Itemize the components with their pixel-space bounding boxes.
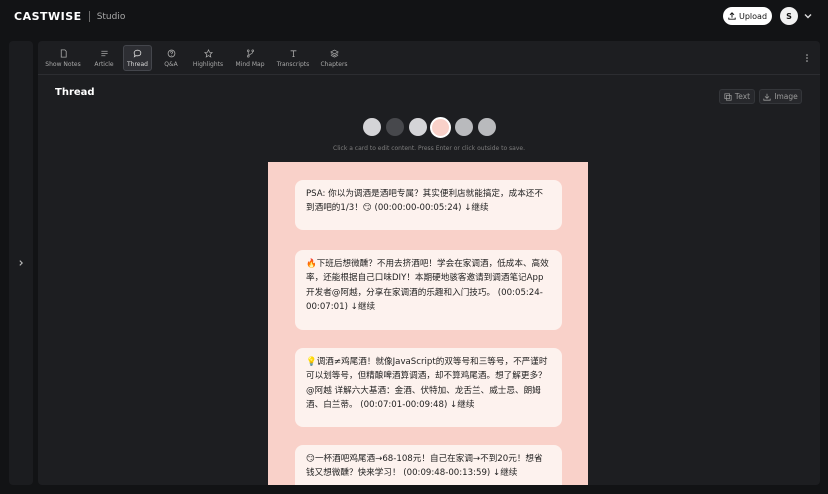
tab-chapters[interactable]: Chapters: [319, 45, 349, 71]
upload-label: Upload: [738, 11, 768, 21]
swatch-peach-selected[interactable]: [430, 116, 451, 138]
top-bar: CASTWISE Studio Upload S: [0, 0, 828, 32]
app-logo[interactable]: CASTWISE Studio: [14, 10, 125, 23]
color-swatches: [363, 116, 496, 138]
avatar[interactable]: S: [780, 7, 798, 25]
lines-icon: [100, 50, 108, 56]
tab-transcripts[interactable]: Transcripts: [276, 45, 310, 71]
thread-card[interactable]: 😏一杯酒吧鸡尾酒→68-108元！自己在家调→不到20元！想省钱又想微醺？快来学…: [295, 445, 562, 485]
tab-bar: Show Notes Article Thread Q&A Highlights…: [38, 41, 820, 75]
tab-highlights[interactable]: Highlights: [193, 45, 223, 71]
chevron-right-icon: [19, 260, 23, 266]
thread-card[interactable]: 🔥下班后想微醺？不用去挤酒吧！学会在家调酒，低成本、高效率，还能根据自己口味DI…: [295, 250, 562, 330]
more-options-icon[interactable]: [804, 53, 810, 63]
chevron-down-icon[interactable]: [803, 11, 813, 21]
upload-icon: [728, 12, 736, 20]
doc-icon: [60, 48, 67, 58]
logo-divider: [88, 11, 90, 22]
app-name: CASTWISE: [14, 10, 82, 23]
tab-show-notes[interactable]: Show Notes: [44, 45, 82, 71]
chat-bubble-icon: [133, 49, 142, 58]
swatch-mid-gray[interactable]: [478, 118, 496, 136]
download-icon: [763, 93, 771, 101]
swatch-silver[interactable]: [409, 118, 427, 136]
edit-hint: Click a card to edit content. Press Ente…: [333, 145, 525, 152]
page-title: Thread: [55, 87, 95, 98]
tab-article[interactable]: Article: [91, 45, 117, 71]
download-image-button[interactable]: Image: [759, 89, 802, 104]
tab-qa[interactable]: Q&A: [160, 45, 182, 71]
swatch-gray[interactable]: [455, 118, 473, 136]
upload-button[interactable]: Upload: [723, 7, 772, 25]
thread-canvas: PSA: 你以为调酒是酒吧专属？其实便利店就能搞定，成本还不到酒吧的1/3！😏 …: [268, 162, 588, 485]
tab-thread[interactable]: Thread: [123, 45, 152, 71]
star-icon: [203, 48, 213, 58]
app-section: Studio: [96, 11, 126, 22]
copy-text-button[interactable]: Text: [719, 89, 755, 104]
main-panel: Show Notes Article Thread Q&A Highlights…: [38, 41, 820, 485]
thread-card[interactable]: PSA: 你以为调酒是酒吧专属？其实便利店就能搞定，成本还不到酒吧的1/3！😏 …: [295, 180, 562, 230]
mindmap-icon: [246, 49, 254, 57]
question-icon: [167, 49, 175, 57]
copy-icon: [724, 92, 732, 101]
tab-mind-map[interactable]: Mind Map: [234, 45, 266, 71]
thread-card[interactable]: 💡调酒≠鸡尾酒！就像JavaScript的双等号和三等号，不严谨时可以划等号，但…: [295, 348, 562, 427]
layers-icon: [329, 49, 339, 58]
swatch-dark-gray[interactable]: [386, 118, 404, 136]
swatch-light-gray[interactable]: [363, 118, 381, 136]
sidebar-toggle[interactable]: [9, 41, 33, 485]
text-t-icon: [290, 49, 296, 57]
